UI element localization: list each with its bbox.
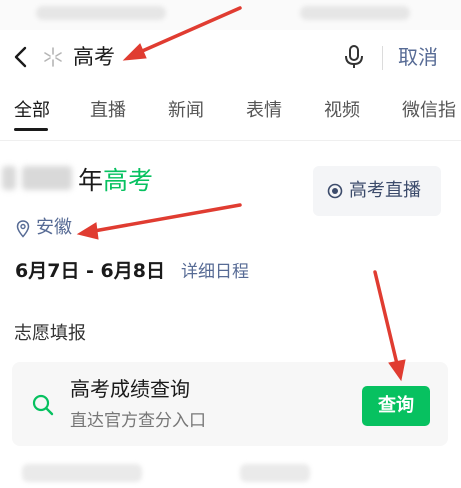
- divider: [0, 140, 461, 141]
- search-query-text[interactable]: 高考: [73, 42, 115, 72]
- tab-all[interactable]: 全部: [14, 96, 50, 126]
- query-button[interactable]: 查询: [362, 386, 430, 426]
- event-title[interactable]: 年高考: [78, 164, 153, 198]
- score-query-card[interactable]: 高考成绩查询 直达官方查分入口 查询: [12, 362, 448, 446]
- live-button-label: 高考直播: [349, 180, 421, 201]
- search-icon: [32, 394, 54, 416]
- event-title-highlight: 高考: [103, 166, 154, 195]
- event-title-prefix: 年: [78, 166, 104, 195]
- search-bar: 高考 取消: [0, 34, 461, 80]
- tab-video[interactable]: 视频: [324, 96, 360, 126]
- tab-live[interactable]: 直播: [90, 96, 126, 126]
- schedule-link[interactable]: 详细日程: [181, 258, 249, 286]
- exam-dates: 6月7日 - 6月8日: [15, 260, 165, 282]
- blurred-text: [240, 464, 310, 482]
- blurred-next-item: [0, 456, 461, 488]
- blurred-year: [0, 156, 76, 196]
- annotation-arrowhead: [76, 222, 99, 240]
- tab-news[interactable]: 新闻: [168, 96, 204, 126]
- search-input[interactable]: 高考: [40, 38, 380, 76]
- blurred-text: [300, 6, 410, 20]
- live-icon: [327, 183, 343, 199]
- tab-stickers[interactable]: 表情: [246, 96, 282, 126]
- result-subtitle: 直达官方查分入口: [70, 411, 206, 431]
- live-button[interactable]: 高考直播: [313, 166, 441, 216]
- cancel-button[interactable]: 取消: [398, 42, 438, 72]
- blurred-text: [36, 6, 166, 20]
- tab-wechat-index[interactable]: 微信指: [402, 96, 456, 126]
- blurred-text: [2, 166, 16, 190]
- blurred-text: [22, 464, 142, 482]
- active-tab-indicator: [14, 128, 48, 131]
- annotation-arrow: [373, 270, 399, 366]
- mic-icon[interactable]: [343, 44, 365, 70]
- blurred-status-bar: [0, 0, 461, 30]
- back-icon[interactable]: [10, 44, 32, 70]
- annotation-arrow: [92, 203, 242, 233]
- location-label: 安徽: [36, 217, 72, 238]
- star-icon: [44, 47, 62, 67]
- tab-bar: 全部 直播 新闻 表情 视频 微信指: [0, 96, 461, 132]
- divider: [382, 46, 383, 70]
- section-title: 志愿填报: [14, 323, 86, 344]
- result-title: 高考成绩查询: [70, 377, 190, 401]
- blurred-text: [22, 166, 72, 190]
- pin-icon: [16, 220, 30, 238]
